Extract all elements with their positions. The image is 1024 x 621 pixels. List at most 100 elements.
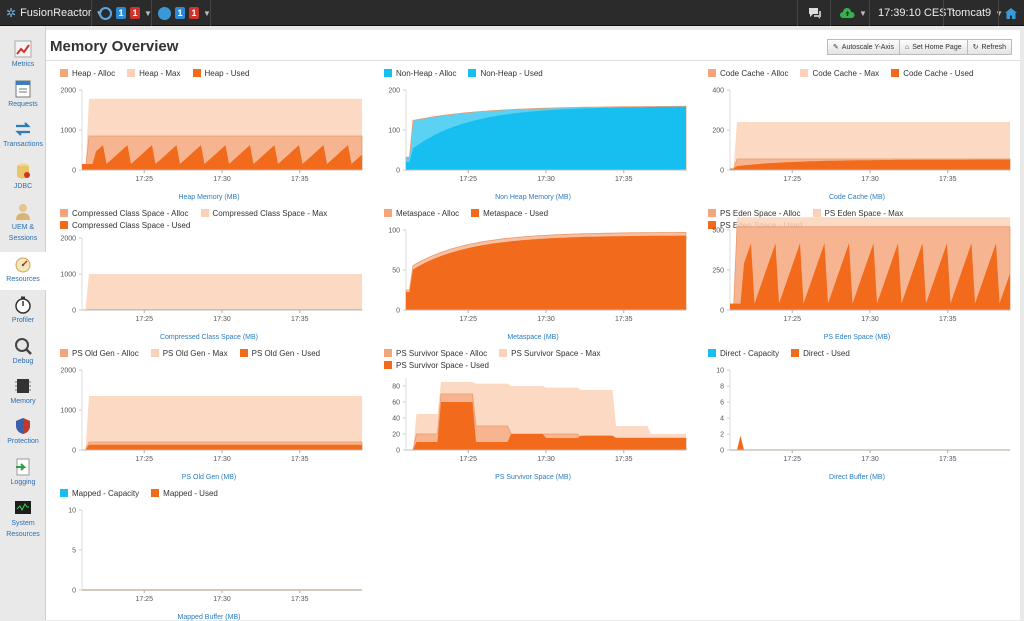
server-status-icon [99, 7, 112, 20]
top-navigation-bar: ✲ FusionReactor ▼ 1 1 ▼ 1 1 ▼ ▼ 17:39:10… [0, 0, 1024, 26]
sidebar-item-profiler[interactable]: Profiler [0, 296, 46, 326]
x-tick-label: 17:35 [291, 316, 309, 323]
sidebar-item-protection[interactable]: Protection [0, 417, 46, 447]
chart-panel-oldgen: PS Old Gen - AllocPS Old Gen - MaxPS Old… [50, 348, 368, 480]
x-tick-label: 17:30 [537, 316, 555, 323]
y-tick-label: 2000 [60, 236, 76, 243]
sidebar-item-metrics[interactable]: Metrics [0, 40, 46, 70]
set-home-page-button[interactable]: ⌂ Set Home Page [900, 39, 968, 55]
x-tick-label: 17:25 [459, 456, 477, 463]
y-tick-label: 0 [72, 168, 76, 175]
home-button[interactable] [1005, 0, 1017, 26]
chat-button[interactable] [808, 0, 822, 26]
refresh-button[interactable]: ↻ Refresh [968, 39, 1012, 55]
y-tick-label: 2000 [60, 368, 76, 375]
sidebar-item-resources[interactable]: Resources [0, 252, 46, 290]
y-tick-label: 100 [388, 228, 400, 235]
sidebar-item-debug[interactable]: Debug [0, 337, 46, 367]
sidebar-item-label: UEM & [12, 224, 34, 231]
autoscale-y-axis-button[interactable]: ✎ Autoscale Y-Axis [827, 39, 900, 55]
toolbar: ✎ Autoscale Y-Axis ⌂ Set Home Page ↻ Ref… [827, 39, 1012, 55]
database-icon [14, 162, 32, 180]
chart-nonheap: 010020017:2517:3017:35 [374, 68, 692, 186]
instance-name: tomcat9 [952, 7, 991, 19]
instance-menu[interactable]: tomcat9 ▼ [952, 0, 1003, 26]
y-tick-label: 2000 [60, 88, 76, 95]
y-tick-label: 0 [72, 588, 76, 595]
sidebar-item-memory[interactable]: Memory [0, 377, 46, 407]
set-home-label: Set Home Page [912, 44, 961, 51]
x-tick-label: 17:35 [291, 596, 309, 603]
y-tick-label: 10 [68, 508, 76, 515]
divider [46, 60, 1020, 61]
chat-icon [808, 7, 822, 19]
x-tick-label: 17:35 [291, 456, 309, 463]
sidebar-item-requests[interactable]: Requests [0, 80, 46, 110]
globe-icon [158, 7, 171, 20]
sidebar-item-transactions[interactable]: Transactions [0, 120, 46, 150]
y-tick-label: 1000 [60, 128, 76, 135]
y-tick-label: 0 [72, 448, 76, 455]
series-area [82, 145, 362, 170]
chart-title: Compressed Class Space (MB) [50, 334, 368, 341]
sidebar-item-label: JDBC [14, 183, 32, 190]
sidebar-item-label: Profiler [12, 317, 34, 324]
x-tick-label: 17:25 [135, 596, 153, 603]
y-tick-label: 0 [72, 308, 76, 315]
y-tick-label: 0 [396, 308, 400, 315]
series-area [730, 436, 1010, 450]
chart-panel-codecache: Code Cache - AllocCode Cache - MaxCode C… [698, 68, 1016, 200]
y-tick-label: 1000 [60, 408, 76, 415]
cloud-menu[interactable]: ▼ [840, 0, 867, 26]
x-tick-label: 17:30 [537, 176, 555, 183]
divider [943, 0, 944, 26]
y-tick-label: 250 [712, 268, 724, 275]
sidebar-item-jdbc[interactable]: JDBC [0, 162, 46, 192]
x-tick-label: 17:25 [783, 456, 801, 463]
cloud-upload-icon [840, 8, 855, 19]
y-tick-label: 10 [716, 368, 724, 375]
chart-codecache: 020040017:2517:3017:35 [698, 68, 1016, 186]
x-tick-label: 17:30 [213, 596, 231, 603]
server-time: 17:39:10 CEST [878, 7, 953, 19]
chart-title: Code Cache (MB) [698, 194, 1016, 201]
cluster-status-menu[interactable]: 1 1 ▼ [158, 0, 211, 26]
y-tick-label: 20 [392, 432, 400, 439]
app-name: FusionReactor [20, 7, 92, 19]
x-tick-label: 17:30 [213, 456, 231, 463]
y-tick-label: 500 [712, 228, 724, 235]
divider [998, 0, 999, 26]
chart-panel-eden: PS Eden Space - AllocPS Eden Space - Max… [698, 208, 1016, 340]
x-tick-label: 17:25 [783, 316, 801, 323]
chart-title: Non Heap Memory (MB) [374, 194, 692, 201]
shield-icon [14, 417, 32, 435]
chart-oldgen: 0 1000 2000 17:25 17:30 17:35 [50, 348, 368, 466]
sidebar-item-system-resources[interactable]: System Resources [0, 499, 46, 540]
chart-title: PS Survivor Space (MB) [374, 474, 692, 481]
chart-title: Direct Buffer (MB) [698, 474, 1016, 481]
autoscale-label: Autoscale Y-Axis [842, 44, 894, 51]
x-tick-label: 17:30 [537, 456, 555, 463]
server-status-menu[interactable]: 1 1 ▼ [99, 0, 152, 26]
x-tick-label: 17:30 [213, 316, 231, 323]
app-menu[interactable]: ✲ FusionReactor ▼ [6, 0, 104, 26]
chart-title: PS Old Gen (MB) [50, 474, 368, 481]
page-title: Memory Overview [50, 38, 178, 55]
sidebar-item-label: Metrics [12, 61, 35, 68]
series-area [82, 274, 362, 310]
metrics-icon [14, 40, 32, 58]
magnifier-icon [14, 337, 32, 355]
x-tick-label: 17:35 [939, 316, 957, 323]
x-tick-label: 17:25 [135, 456, 153, 463]
sidebar-item-logging[interactable]: Logging [0, 458, 46, 488]
y-tick-label: 80 [392, 384, 400, 391]
x-tick-label: 17:35 [939, 456, 957, 463]
y-tick-label: 50 [392, 268, 400, 275]
monitor-icon [14, 499, 32, 517]
chart-panel-nonheap: Non-Heap - AllocNon-Heap - Used010020017… [374, 68, 692, 200]
sidebar-item-label: Requests [8, 101, 38, 108]
sidebar-item-uem-sessions[interactable]: UEM & Sessions [0, 203, 46, 244]
x-tick-label: 17:25 [459, 316, 477, 323]
y-tick-label: 0 [396, 448, 400, 455]
x-tick-label: 17:30 [861, 176, 879, 183]
